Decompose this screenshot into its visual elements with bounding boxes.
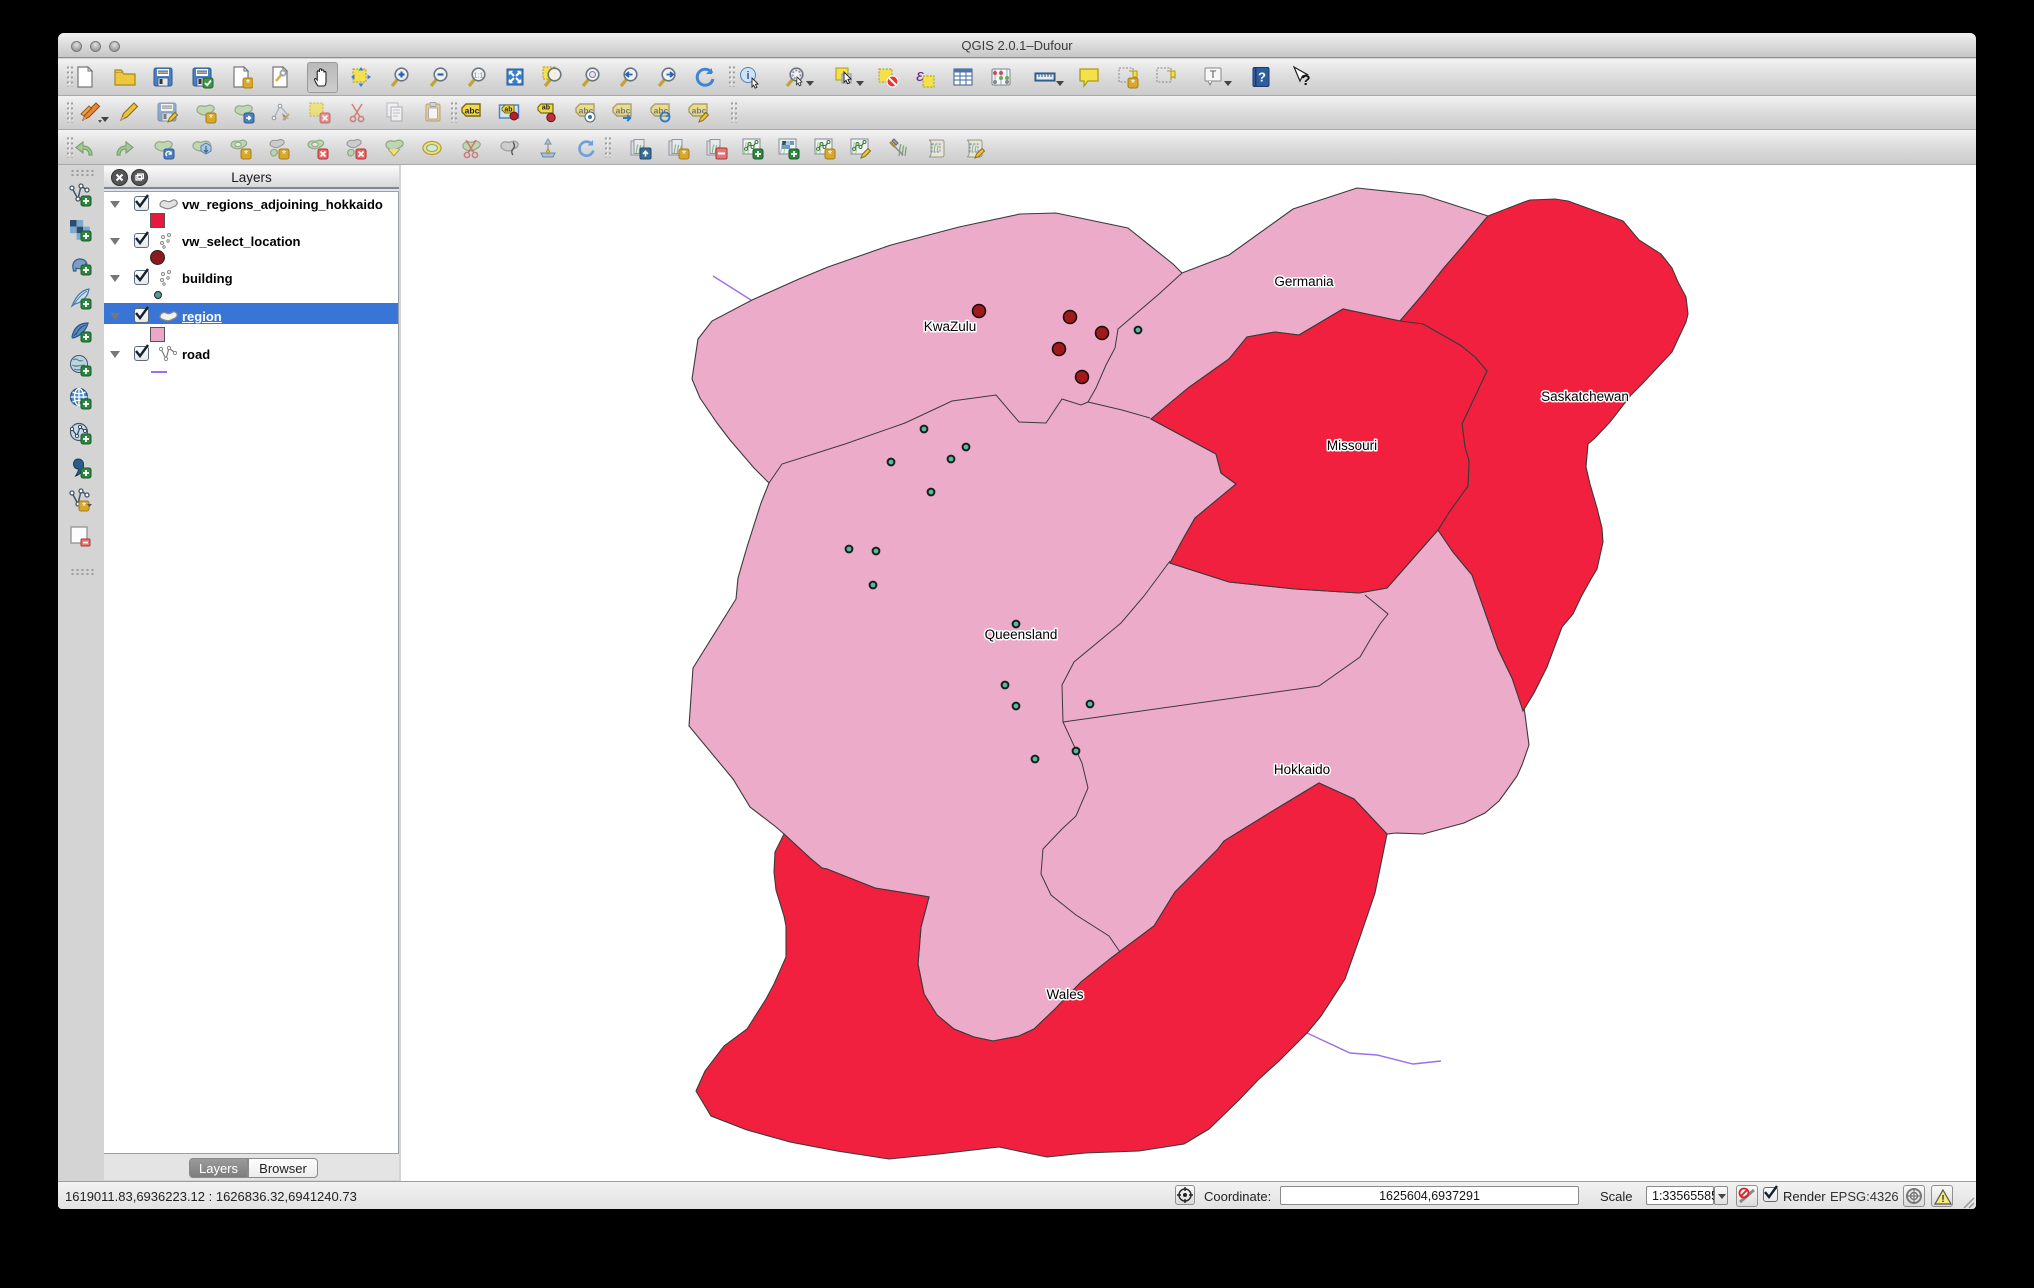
svg-text:!: ! (1941, 1194, 1944, 1205)
svg-text:Saskatchewan: Saskatchewan (1541, 389, 1629, 404)
svg-text:*: * (682, 149, 687, 160)
svg-text:Queensland: Queensland (985, 627, 1058, 642)
svg-text:KwaZulu: KwaZulu (924, 319, 977, 334)
svg-text:?: ? (1258, 70, 1266, 85)
svg-text:*: * (1131, 78, 1136, 89)
svg-text:ab: ab (542, 105, 550, 112)
svg-text:*: * (246, 78, 251, 89)
svg-text:Germania: Germania (1274, 274, 1334, 289)
svg-text:abc: abc (616, 106, 631, 116)
svg-text:ε: ε (916, 66, 924, 85)
svg-text:abc: abc (465, 106, 480, 116)
svg-text:Hokkaido: Hokkaido (1274, 762, 1330, 777)
svg-text:?: ? (1301, 72, 1310, 89)
svg-text:*: * (828, 149, 833, 160)
svg-text:Wales: Wales (1046, 987, 1083, 1002)
svg-text:Missouri: Missouri (1327, 438, 1377, 453)
svg-text:1:1: 1:1 (474, 73, 484, 80)
svg-text:*: * (244, 149, 249, 160)
svg-text:*: * (82, 501, 87, 512)
svg-text:i: i (746, 70, 749, 82)
svg-text:*: * (282, 149, 287, 160)
svg-text:*: * (209, 113, 214, 124)
